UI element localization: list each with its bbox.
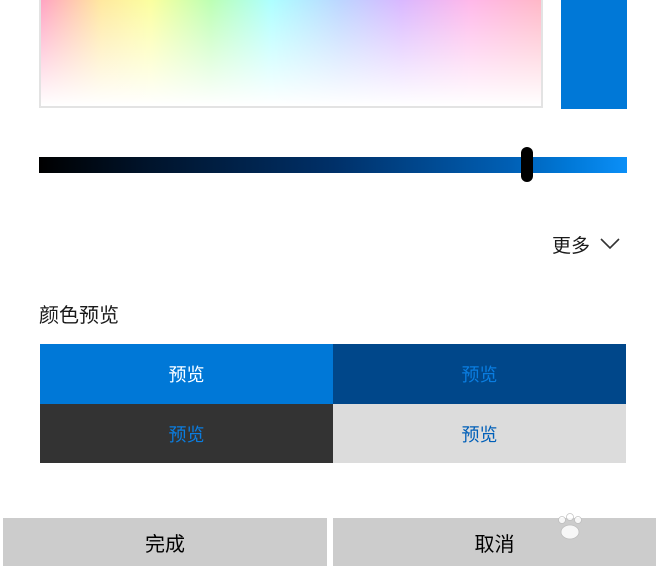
more-label: 更多 <box>552 234 591 257</box>
color-preview-grid: 预览 预览 预览 预览 <box>40 344 626 463</box>
more-toggle[interactable]: 更多 <box>552 230 620 258</box>
chevron-down-icon <box>600 238 620 250</box>
preview-cell-dark-accent: 预览 <box>333 344 626 404</box>
current-color-swatch <box>561 0 627 109</box>
color-preview-title: 颜色预览 <box>39 303 119 327</box>
preview-cell-light-theme: 预览 <box>333 404 626 463</box>
brightness-slider-thumb[interactable] <box>521 147 534 182</box>
color-spectrum[interactable] <box>39 0 543 108</box>
preview-cell-dark-theme: 预览 <box>40 404 333 463</box>
cancel-button[interactable]: 取消 <box>333 518 656 566</box>
brightness-slider[interactable] <box>39 157 627 173</box>
preview-cell-accent: 预览 <box>40 344 333 404</box>
done-button[interactable]: 完成 <box>3 518 327 566</box>
